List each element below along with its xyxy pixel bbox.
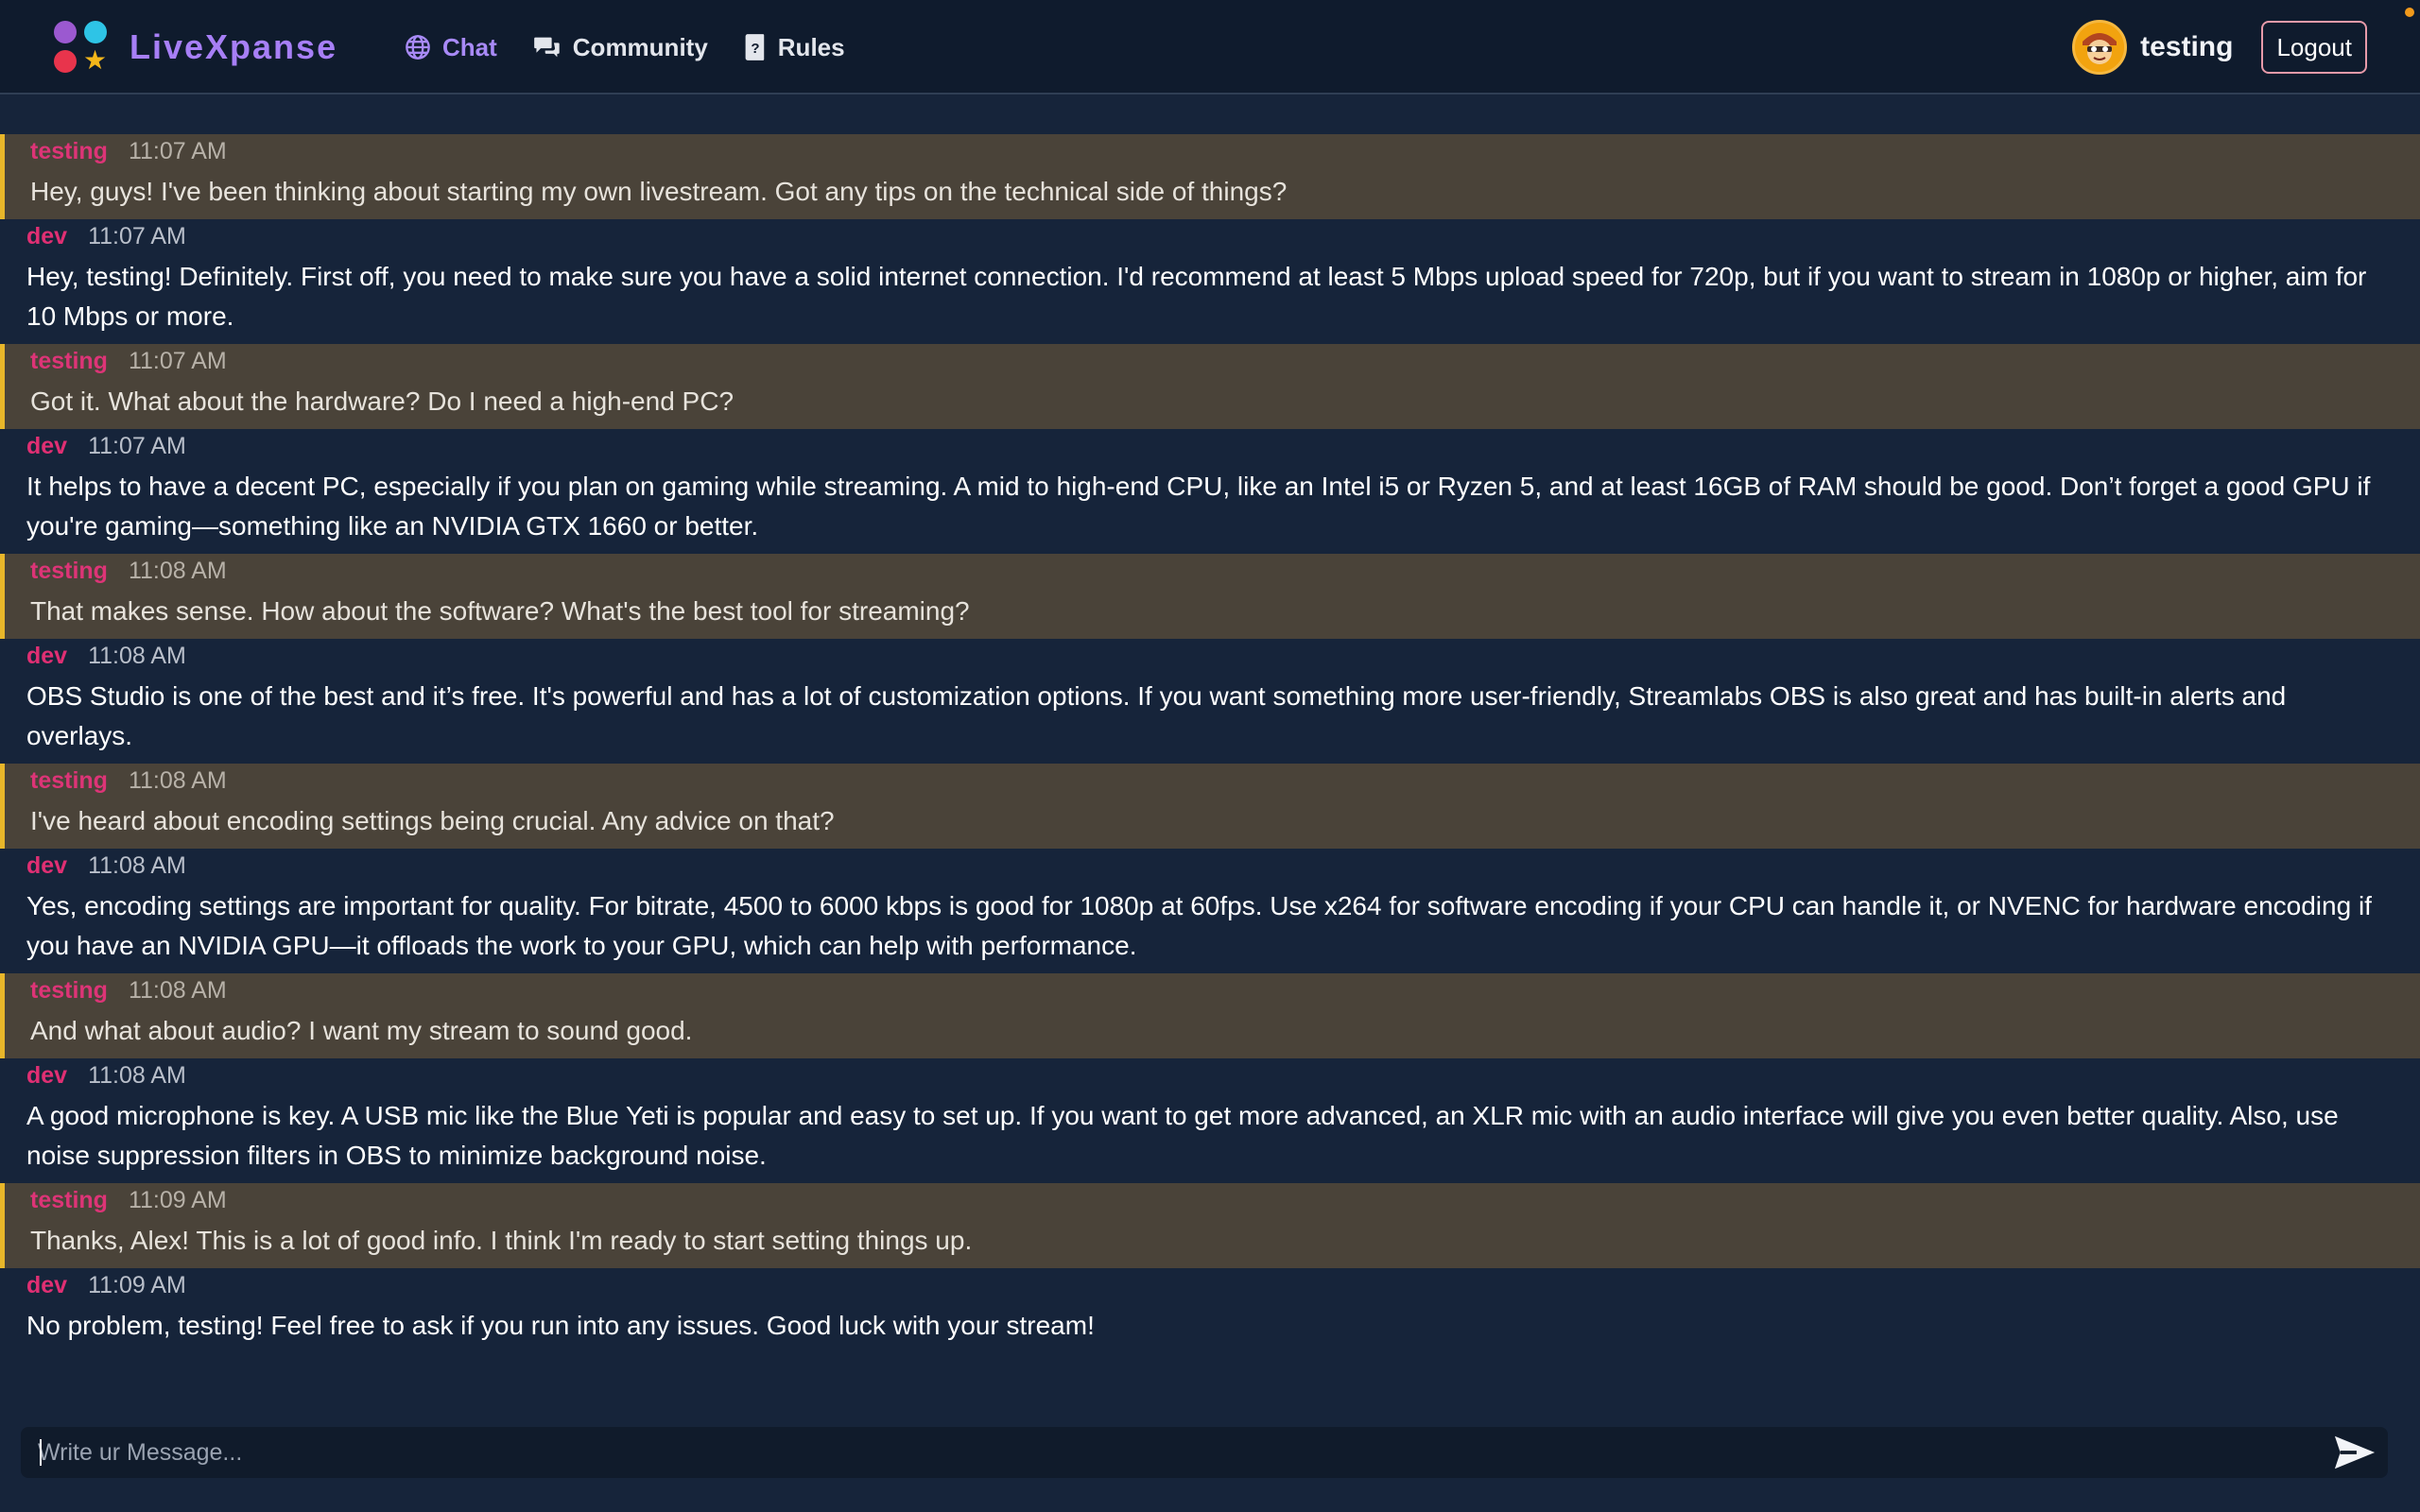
message-meta: dev 11:08 AM [26,849,2394,886]
message-meta: testing 11:08 AM [30,973,2394,1011]
globe-icon [406,35,430,60]
message-meta: testing 11:07 AM [30,344,2394,382]
message-item: testing 11:08 AM And what about audio? I w… [0,973,2420,1058]
logo-red-dot [54,50,77,73]
message-item: testing 11:07 AM Got it. What about the ha… [0,344,2420,429]
send-arrow-icon [2334,1435,2376,1469]
notification-dot [2405,8,2414,17]
text-caret [40,1439,42,1466]
app-name: LiveXpanse [130,27,338,66]
nav-item-label: Chat [442,32,497,61]
message-timestamp: 11:08 AM [88,1062,186,1089]
logo-purple-dot [54,21,77,43]
message-meta: testing 11:08 AM [30,764,2394,801]
logo-icon: ★ [52,17,112,77]
message-text: Hey, guys! I've been thinking about star… [30,177,1288,206]
top-navbar: ★ LiveXpanse Chat Community ? Rules test… [0,0,2420,94]
message-author[interactable]: dev [26,643,67,670]
message-text: It helps to have a decent PC, especially… [26,472,2371,541]
message-text: Yes, encoding settings are important for… [26,891,2372,960]
nav-item-rules[interactable]: ? Rules [744,33,845,62]
message-item: dev 11:08 AM OBS Studio is one of the best… [0,639,2420,764]
rulebook-icon: ? [745,34,765,60]
message-item: testing 11:07 AM Hey, guys! I've been thin… [0,134,2420,219]
message-author[interactable]: testing [30,1187,108,1214]
message-text: A good microphone is key. A USB mic like… [26,1101,2339,1170]
username: testing [2140,31,2234,62]
message-timestamp: 11:07 AM [88,433,186,459]
message-item: dev 11:07 AM Hey, testing! Definitely. Fir… [0,219,2420,344]
message-timestamp: 11:09 AM [88,1272,186,1298]
message-item: testing 11:09 AM Thanks, Alex! This is a l… [0,1183,2420,1268]
message-item: testing 11:08 AM That makes sense. How abo… [0,554,2420,639]
message-item: dev 11:08 AM Yes, encoding settings are im… [0,849,2420,973]
message-meta: testing 11:07 AM [30,134,2394,172]
message-meta: testing 11:09 AM [30,1183,2394,1221]
message-timestamp: 11:07 AM [128,138,227,164]
message-timestamp: 11:08 AM [128,977,227,1004]
message-meta: testing 11:08 AM [30,554,2394,592]
nav-item-chat[interactable]: Chat [405,33,497,62]
message-author[interactable]: dev [26,223,67,250]
message-meta: dev 11:08 AM [26,639,2394,677]
cartoon-avatar-icon [2075,23,2125,72]
message-text: That makes sense. How about the software… [30,596,970,626]
message-timestamp: 11:08 AM [88,852,186,879]
message-text: Got it. What about the hardware? Do I ne… [30,387,735,416]
message-meta: dev 11:09 AM [26,1268,2394,1306]
message-author[interactable]: testing [30,558,108,585]
brand[interactable]: ★ LiveXpanse [52,17,337,77]
message-author[interactable]: testing [30,767,108,795]
message-text: I've heard about encoding settings being… [30,806,835,835]
message-author[interactable]: dev [26,1062,67,1090]
message-item: dev 11:09 AM No problem, testing! Feel fre… [0,1268,2420,1353]
message-timestamp: 11:08 AM [88,643,186,669]
logo-star-icon: ★ [83,45,108,75]
message-author[interactable]: testing [30,348,108,375]
message-text: No problem, testing! Feel free to ask if… [26,1311,1095,1340]
message-timestamp: 11:07 AM [128,348,227,374]
message-author[interactable]: dev [26,433,67,460]
nav-item-label: Community [572,32,708,61]
message-text: Hey, testing! Definitely. First off, you… [26,262,2367,331]
logo-cyan-dot [84,21,107,43]
message-item: dev 11:07 AM It helps to have a decent PC,… [0,429,2420,554]
nav-item-label: Rules [777,32,845,61]
message-timestamp: 11:08 AM [128,558,227,584]
send-button[interactable] [2322,1427,2388,1478]
message-timestamp: 11:09 AM [128,1187,227,1213]
user-menu: testing Logout [2072,19,2367,76]
message-text: And what about audio? I want my stream t… [30,1016,693,1045]
message-timestamp: 11:08 AM [128,767,227,794]
message-author[interactable]: dev [26,1272,67,1299]
nav-item-community[interactable]: Community [533,33,708,62]
message-composer [21,1427,2388,1478]
message-input[interactable] [21,1427,2322,1478]
message-meta: dev 11:08 AM [26,1058,2394,1096]
avatar[interactable] [2072,20,2128,75]
message-item: dev 11:08 AM A good microphone is key. A U… [0,1058,2420,1183]
message-list[interactable]: testing 11:07 AM Hey, guys! I've been thin… [0,134,2420,1353]
message-timestamp: 11:07 AM [88,223,186,249]
message-text: OBS Studio is one of the best and it’s f… [26,681,2287,750]
message-author[interactable]: dev [26,852,67,880]
logout-button[interactable]: Logout [2261,21,2367,74]
message-meta: dev 11:07 AM [26,219,2394,257]
message-author[interactable]: testing [30,138,108,165]
message-text: Thanks, Alex! This is a lot of good info… [30,1226,973,1255]
message-meta: dev 11:07 AM [26,429,2394,467]
main-nav: Chat Community ? Rules [405,26,881,68]
chat-bubbles-icon [533,37,560,58]
message-author[interactable]: testing [30,977,108,1005]
svg-text:?: ? [751,41,759,57]
message-item: testing 11:08 AM I've heard about encoding… [0,764,2420,849]
